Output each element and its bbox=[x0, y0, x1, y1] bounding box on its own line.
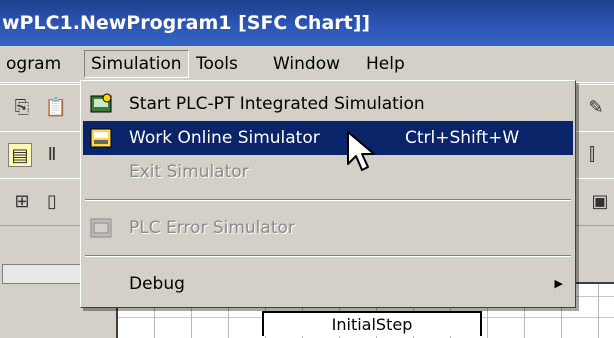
toolbar-tool-icon[interactable]: ✎ bbox=[584, 96, 608, 120]
menu-separator bbox=[85, 199, 571, 201]
menu-program[interactable]: ogram bbox=[0, 51, 67, 77]
submenu-arrow-icon: ▶ bbox=[554, 277, 563, 290]
sfc-tool-icon[interactable]: Ⅱ bbox=[40, 143, 64, 167]
menu-window[interactable]: Window bbox=[267, 51, 346, 77]
window-title: wPLC1.NewProgram1 [SFC Chart]] bbox=[2, 12, 371, 34]
menu-item-work-online-simulator[interactable]: Work Online Simulator Ctrl+Shift+W bbox=[83, 121, 573, 155]
menu-help[interactable]: Help bbox=[360, 51, 411, 77]
debug-tool-icon-2[interactable]: ▯ bbox=[40, 190, 64, 214]
menu-bar: ogram Simulation Tools Window Help bbox=[0, 46, 614, 83]
menu-item-label: PLC Error Simulator bbox=[129, 218, 295, 238]
menu-item-label: Work Online Simulator bbox=[129, 128, 320, 148]
menu-item-shortcut: Ctrl+Shift+W bbox=[405, 128, 520, 148]
mouse-cursor-icon bbox=[347, 131, 375, 171]
window-title-bar[interactable]: wPLC1.NewProgram1 [SFC Chart]] bbox=[0, 0, 614, 46]
menu-item-exit-simulator[interactable]: Exit Simulator bbox=[83, 155, 573, 189]
initial-step-label: InitialStep bbox=[331, 315, 413, 334]
sfc-chart-icon[interactable]: ▤ bbox=[8, 143, 32, 167]
simulation-dropdown-menu: Start PLC-PT Integrated Simulation Work … bbox=[80, 80, 576, 308]
toolbar-tool-icon-2[interactable]: ⫿ bbox=[580, 143, 604, 167]
online-simulator-icon bbox=[89, 126, 113, 150]
menu-item-plc-error-simulator[interactable]: PLC Error Simulator bbox=[83, 211, 573, 245]
menu-item-start-integrated-simulation[interactable]: Start PLC-PT Integrated Simulation bbox=[83, 87, 573, 121]
plc-error-simulator-icon bbox=[89, 216, 113, 240]
paste-icon[interactable]: 📋 bbox=[44, 96, 68, 120]
dock-bar[interactable] bbox=[2, 264, 84, 284]
plc-pt-simulation-icon bbox=[89, 92, 113, 116]
error-sim-toolbar-icon[interactable]: ▣ bbox=[588, 190, 612, 214]
menu-separator bbox=[85, 255, 571, 257]
menu-item-label: Debug bbox=[129, 274, 185, 294]
menu-simulation[interactable]: Simulation bbox=[84, 50, 189, 78]
menu-tools[interactable]: Tools bbox=[190, 51, 244, 77]
initial-step-box[interactable]: InitialStep bbox=[262, 311, 482, 336]
menu-item-label: Exit Simulator bbox=[129, 162, 249, 182]
debug-tool-icon[interactable]: ⊞ bbox=[10, 190, 34, 214]
copy-icon[interactable]: ⎘ bbox=[10, 96, 34, 120]
menu-item-debug[interactable]: Debug ▶ bbox=[83, 267, 573, 301]
menu-item-label: Start PLC-PT Integrated Simulation bbox=[129, 94, 425, 114]
